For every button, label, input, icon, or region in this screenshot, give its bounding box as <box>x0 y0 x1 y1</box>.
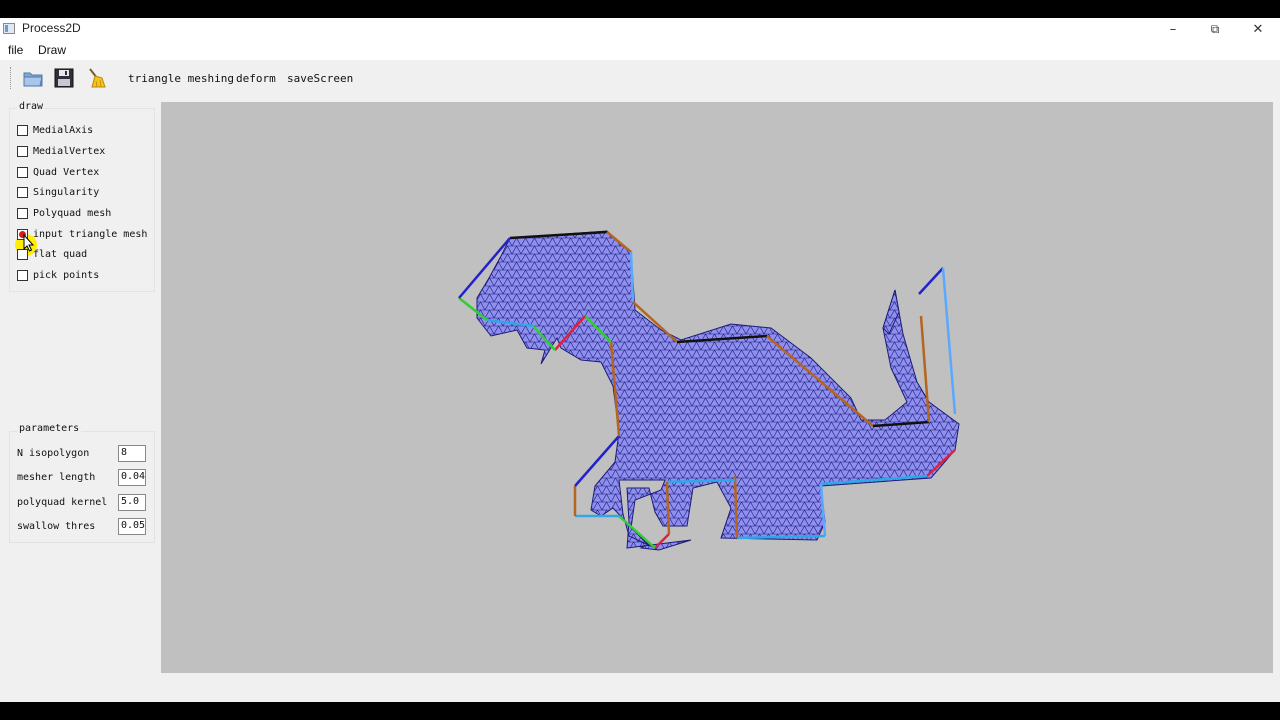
option-label: MedialVertex <box>33 145 106 157</box>
title-bar: Process2D – ⧉ ✕ <box>0 18 1280 40</box>
option-label: input triangle mesh <box>33 228 148 240</box>
param-label: mesher length <box>17 472 96 483</box>
open-folder-icon[interactable] <box>21 66 45 90</box>
window-title: Process2D <box>22 21 81 35</box>
toolbar: triangle meshing deform saveScreen <box>0 62 1280 94</box>
param-label: swallow thres <box>17 521 96 532</box>
maximize-button[interactable]: ⧉ <box>1192 18 1238 40</box>
option-label: flat quad <box>33 248 88 260</box>
option-label: MedialAxis <box>33 124 94 136</box>
checkbox[interactable] <box>17 269 28 281</box>
param-label: N isopolygon <box>17 448 90 459</box>
mesh-silhouette <box>476 230 960 551</box>
param-n-isopolygon: N isopolygon 8 <box>17 445 147 463</box>
option-medial-axis[interactable]: MedialAxis <box>17 123 93 137</box>
checkbox[interactable] <box>17 166 28 178</box>
option-singularity[interactable]: Singularity <box>17 185 99 199</box>
dinosaur-mesh[interactable] <box>161 102 1273 673</box>
close-button[interactable]: ✕ <box>1235 18 1280 40</box>
option-quad-vertex[interactable]: Quad Vertex <box>17 165 99 179</box>
menu-bar: file Draw <box>0 40 1280 60</box>
option-medial-vertex[interactable]: MedialVertex <box>17 144 105 158</box>
param-label: polyquad kernel <box>17 497 108 508</box>
option-polyquad-mesh[interactable]: Polyquad mesh <box>17 206 111 220</box>
checkbox[interactable] <box>17 145 28 157</box>
draw-panel-title: draw <box>17 101 46 112</box>
checkbox[interactable] <box>17 186 28 198</box>
app-window: Process2D – ⧉ ✕ file Draw triangle meshi… <box>0 18 1280 702</box>
save-icon[interactable] <box>52 66 76 90</box>
swallow-thres-input[interactable]: 0.05 <box>118 518 146 535</box>
option-label: Polyquad mesh <box>33 207 112 219</box>
mesher-length-input[interactable]: 0.04 <box>118 469 146 486</box>
menu-file[interactable]: file <box>8 43 23 57</box>
broom-icon[interactable] <box>85 66 109 90</box>
checkbox[interactable] <box>17 124 28 136</box>
save-screen-button[interactable]: saveScreen <box>287 72 353 85</box>
render-viewport[interactable] <box>161 102 1273 673</box>
param-polyquad-kernel: polyquad kernel 5.0 <box>17 494 147 512</box>
n-isopolygon-input[interactable]: 8 <box>118 445 146 462</box>
app-icon <box>3 23 15 34</box>
option-label: pick points <box>33 269 100 281</box>
minimize-button[interactable]: – <box>1150 18 1196 40</box>
option-pick-points[interactable]: pick points <box>17 268 99 282</box>
option-label: Singularity <box>33 186 100 198</box>
checkbox[interactable] <box>17 207 28 219</box>
menu-draw[interactable]: Draw <box>38 43 66 57</box>
polyquad-kernel-input[interactable]: 5.0 <box>118 494 146 511</box>
option-label: Quad Vertex <box>33 166 100 178</box>
triangle-meshing-button[interactable]: triangle meshing <box>128 72 234 85</box>
option-input-triangle-mesh[interactable]: input triangle mesh <box>17 227 147 241</box>
parameters-panel-title: parameters <box>17 423 82 434</box>
mouse-cursor-icon <box>23 234 35 252</box>
toolbar-grip[interactable] <box>10 67 14 89</box>
deform-button[interactable]: deform <box>236 72 276 85</box>
param-mesher-length: mesher length 0.04 <box>17 469 147 487</box>
param-swallow-thres: swallow thres 0.05 <box>17 518 147 536</box>
